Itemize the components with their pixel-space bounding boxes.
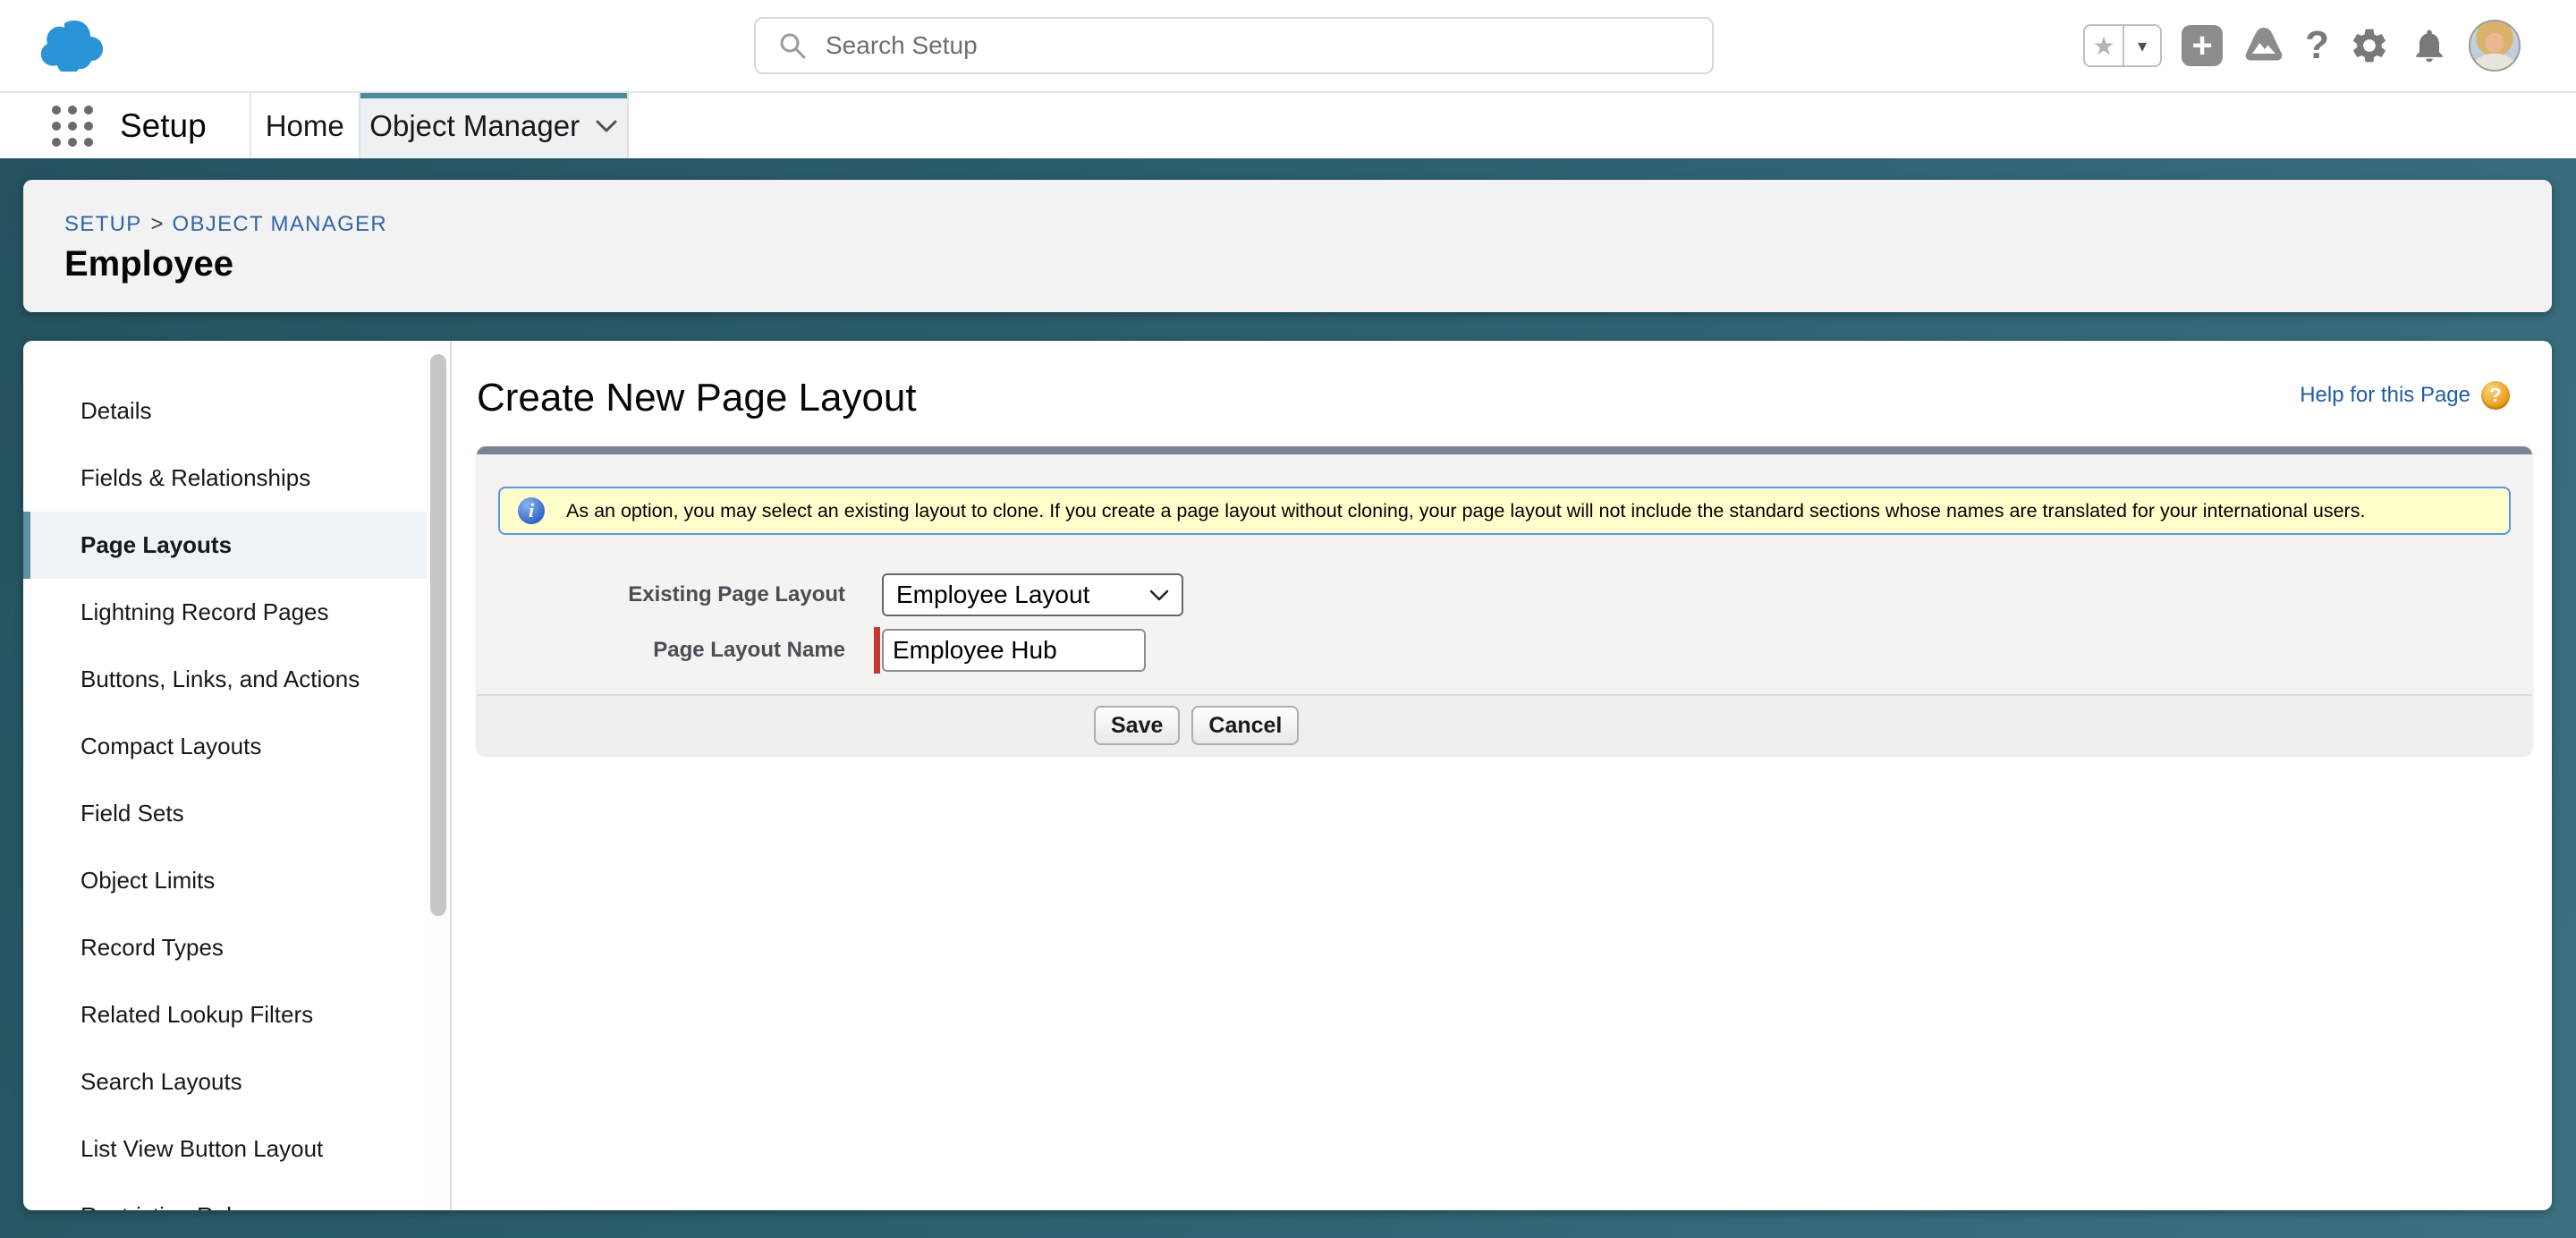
sidebar-item-restriction-rules[interactable]: Restriction Rules <box>23 1183 427 1210</box>
page-layout-name-label: Page Layout Name <box>653 638 845 662</box>
header-icon-group: ★ ▾ + ? <box>2083 0 2521 91</box>
sidebar-item-record-types[interactable]: Record Types <box>23 914 427 981</box>
setup-canvas: SETUP > OBJECT MANAGER Employee Details Fi… <box>0 158 2576 1238</box>
cancel-button[interactable]: Cancel <box>1191 706 1300 745</box>
existing-page-layout-row: Existing Page Layout Employee Layout <box>498 573 2511 616</box>
existing-page-layout-value: Employee Layout <box>896 581 1090 608</box>
form-button-bar: Save Cancel <box>477 694 2532 755</box>
help-question-icon[interactable]: ? <box>2305 23 2329 68</box>
save-button[interactable]: Save <box>1094 706 1181 745</box>
breadcrumb-separator: > <box>150 212 164 236</box>
info-icon: i <box>518 497 545 524</box>
favorites-dropdown-icon[interactable]: ▾ <box>2123 26 2160 65</box>
tab-home[interactable]: Home <box>251 93 359 158</box>
object-title: Employee <box>64 244 233 284</box>
breadcrumb-link-setup[interactable]: SETUP <box>64 212 142 236</box>
sidebar-item-object-limits[interactable]: Object Limits <box>23 847 427 914</box>
sidebar-item-field-sets[interactable]: Field Sets <box>23 780 427 847</box>
salesforce-logo <box>40 20 104 72</box>
notifications-bell-icon[interactable] <box>2410 26 2449 65</box>
panel-top-bar <box>477 446 2532 454</box>
object-header-card: SETUP > OBJECT MANAGER Employee <box>23 180 2552 312</box>
existing-page-layout-label: Existing Page Layout <box>628 582 845 606</box>
setup-gear-icon[interactable] <box>2349 25 2390 66</box>
object-manager-card: Details Fields & Relationships Page Layo… <box>23 341 2552 1210</box>
help-for-this-page-link[interactable]: Help for this Page <box>2300 383 2470 408</box>
create-layout-panel: i As an option, you may select an existi… <box>477 446 2532 755</box>
panel-body: i As an option, you may select an existi… <box>477 454 2532 694</box>
tab-object-manager[interactable]: Object Manager <box>358 93 629 158</box>
object-sidebar: Details Fields & Relationships Page Layo… <box>23 341 427 1210</box>
sidebar-scrollbar-thumb[interactable] <box>430 354 446 916</box>
sidebar-scrollbar[interactable] <box>427 341 452 1210</box>
sidebar-item-related-lookup-filters[interactable]: Related Lookup Filters <box>23 981 427 1048</box>
salesforce-setup-page: ★ ▾ + ? <box>0 0 2576 1238</box>
search-icon <box>780 33 806 59</box>
breadcrumb: SETUP > OBJECT MANAGER <box>64 212 2552 237</box>
favorites-star-icon[interactable]: ★ <box>2085 26 2123 65</box>
chevron-down-icon <box>596 120 617 131</box>
sidebar-item-buttons-links-actions[interactable]: Buttons, Links, and Actions <box>23 646 427 713</box>
sidebar-item-details[interactable]: Details <box>23 377 427 445</box>
quick-create-plus-icon[interactable]: + <box>2182 25 2224 66</box>
search-setup-input[interactable] <box>826 31 1712 60</box>
tab-object-manager-label: Object Manager <box>369 108 580 142</box>
sidebar-item-list-view-button-layout[interactable]: List View Button Layout <box>23 1115 427 1183</box>
page-layout-content: Create New Page Layout Help for this Pag… <box>452 341 2552 1210</box>
sidebar-item-search-layouts[interactable]: Search Layouts <box>23 1048 427 1115</box>
setup-nav-bar: Setup Home Object Manager <box>0 91 2576 158</box>
required-field-bar <box>874 627 880 674</box>
sidebar-item-page-layouts[interactable]: Page Layouts <box>23 512 427 579</box>
page-title: Create New Page Layout <box>477 376 917 420</box>
global-search-box <box>754 17 1714 74</box>
sidebar-item-fields-relationships[interactable]: Fields & Relationships <box>23 445 427 512</box>
info-banner-text: As an option, you may select an existing… <box>566 499 2366 521</box>
info-banner: i As an option, you may select an existi… <box>498 487 2511 535</box>
favorites-control: ★ ▾ <box>2083 24 2163 67</box>
sidebar-item-lightning-record-pages[interactable]: Lightning Record Pages <box>23 579 427 646</box>
user-avatar[interactable] <box>2469 20 2521 72</box>
global-header: ★ ▾ + ? <box>0 0 2576 91</box>
app-launcher-icon[interactable] <box>52 105 93 147</box>
help-for-this-page: Help for this Page ? <box>2300 381 2510 410</box>
sidebar-item-compact-layouts[interactable]: Compact Layouts <box>23 713 427 780</box>
existing-page-layout-select[interactable]: Employee Layout <box>882 573 1183 616</box>
page-layout-name-input[interactable] <box>882 629 1146 672</box>
select-chevron-down-icon <box>1149 589 1169 600</box>
help-page-icon[interactable]: ? <box>2481 381 2510 410</box>
app-name-label: Setup <box>120 106 207 144</box>
page-layout-name-row: Page Layout Name <box>498 627 2511 674</box>
breadcrumb-link-object-manager[interactable]: OBJECT MANAGER <box>173 212 387 236</box>
trailhead-guidance-icon[interactable] <box>2242 26 2285 65</box>
